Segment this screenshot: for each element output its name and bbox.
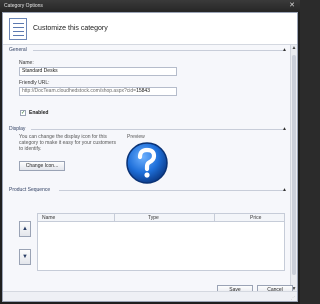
change-icon-button[interactable]: Change Icon... [19,161,65,171]
display-section-title: Display [9,126,26,132]
product-sequence-grid[interactable]: Name Type Price [37,213,285,271]
category-options-window: Category Options ✕ Customize this catego… [0,0,300,304]
friendly-url-field[interactable]: http://DocTeam.cloudhedstock.com/shop.as… [19,87,177,96]
move-up-button[interactable]: ▲ [19,221,31,237]
collapse-icon[interactable]: ▲ [282,126,287,132]
arrow-down-icon: ▼ [22,254,28,260]
url-prefix: http://DocTeam.cloudhedstock.com/shop.as… [22,88,137,94]
column-separator[interactable] [114,214,115,222]
dialog-header: Customize this category [3,13,297,45]
close-icon[interactable]: ✕ [288,2,296,10]
section-divider [59,190,283,191]
scroll-up-icon[interactable]: ▲ [291,45,297,52]
enabled-label: Enabled [29,110,49,116]
grid-header: Name Type Price [38,214,284,222]
collapse-icon[interactable]: ▲ [282,187,287,193]
display-description: You can change the display icon for this… [19,134,116,152]
resize-grip-icon[interactable]: ⋰ [291,295,296,300]
column-header-name[interactable]: Name [42,215,55,221]
arrow-up-icon: ▲ [22,226,28,232]
column-header-price[interactable]: Price [250,215,261,221]
general-section-title: General [9,47,27,53]
friendly-url-label: Friendly URL: [19,80,50,86]
column-separator[interactable] [214,214,215,222]
scrollbar-thumb[interactable] [292,55,296,275]
enabled-checkbox[interactable]: ✓ [20,110,26,116]
name-value: Standard Desks [22,68,58,74]
status-footer: ⋰ [3,291,297,301]
name-label: Name: [19,60,34,66]
section-divider [33,50,283,51]
vertical-scrollbar[interactable]: ▲ ▼ [290,45,297,293]
name-field[interactable]: Standard Desks [19,67,177,76]
dialog-body: Customize this category General ▲ Name: … [2,12,298,302]
product-sequence-section-title: Product Sequence [9,187,51,193]
collapse-icon[interactable]: ▲ [282,47,287,53]
question-mark-icon [126,142,168,184]
title-bar: Category Options ✕ [0,0,300,12]
section-divider [31,129,283,130]
dialog-heading: Customize this category [33,25,108,32]
column-header-type[interactable]: Type [148,215,159,221]
category-list-icon [9,18,27,40]
window-title: Category Options [4,3,43,9]
move-down-button[interactable]: ▼ [19,249,31,265]
url-value: 15843 [136,88,150,94]
